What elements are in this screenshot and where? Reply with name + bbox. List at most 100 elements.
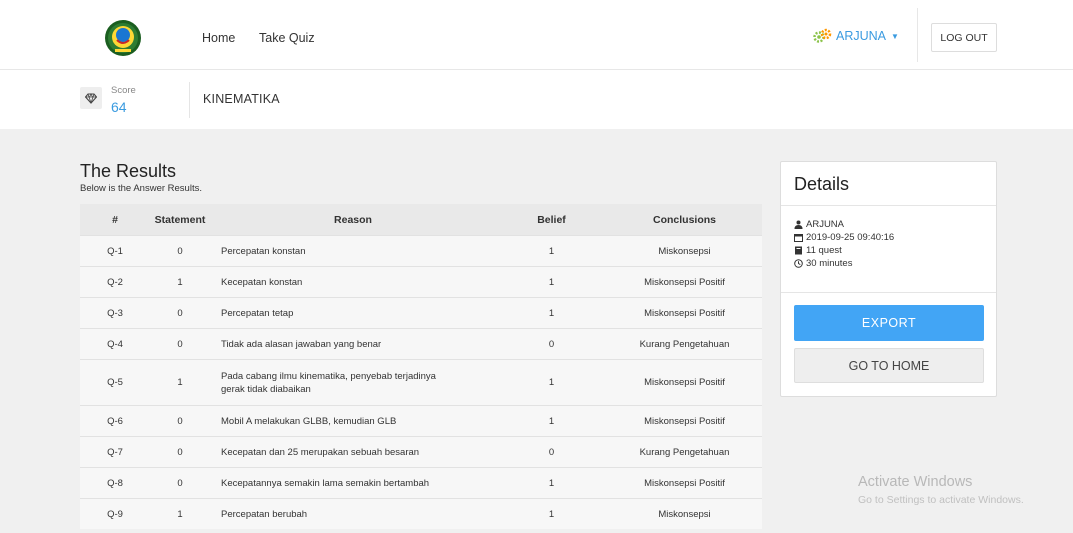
- cell-statement: 0: [177, 307, 183, 319]
- cell-statement: 0: [177, 245, 183, 257]
- cell-number: Q-3: [107, 307, 123, 319]
- details-datetime: 2019-09-25 09:40:16: [806, 232, 895, 243]
- cell-conclusion: Miskonsepsi Positif: [644, 307, 725, 319]
- cell-conclusion: Kurang Pengetahuan: [639, 446, 730, 458]
- cell-statement: 1: [177, 377, 183, 388]
- details-datetime-line: 2019-09-25 09:40:16: [794, 232, 894, 243]
- cell-belief: 1: [548, 415, 555, 427]
- details-divider-2: [781, 292, 996, 293]
- results-subtitle: Below is the Answer Results.: [80, 183, 202, 194]
- score-icon-box: [80, 87, 102, 109]
- cell-statement: 1: [177, 508, 183, 520]
- score-bar-divider: [189, 82, 190, 118]
- cell-belief: 1: [548, 245, 555, 257]
- cell-reason: Percepatan berubah: [221, 508, 308, 520]
- details-user-line: ARJUNA: [794, 219, 844, 230]
- column-header-conclusions: Conclusions: [652, 213, 716, 226]
- cell-belief: 1: [548, 508, 555, 520]
- cell-statement: 0: [177, 415, 183, 427]
- user-name-label: ARJUNA: [836, 29, 887, 43]
- table-row: Q-4 0 Tidak ada alasan jawaban yang benar 0…: [80, 328, 762, 359]
- cell-conclusion: Miskonsepsi: [658, 245, 711, 257]
- user-icon: [794, 220, 803, 229]
- table-row: Q-7 0 Kecepatan dan 25 merupakan sebuah be…: [80, 436, 762, 467]
- table-row: Q-6 0 Mobil A melakukan GLBB, kemudian GLB…: [80, 405, 762, 436]
- diamond-icon: [85, 92, 97, 104]
- export-button[interactable]: EXPORT: [794, 305, 984, 341]
- top-navbar: Home Take Quiz ARJUNA ▼ LOG OUT: [0, 0, 1073, 70]
- details-panel: Details ARJUNA 2019-09-25 09:40:16 11 qu…: [780, 161, 997, 397]
- column-header-number: #: [112, 213, 118, 226]
- details-quest-count: 11 quest: [806, 245, 842, 256]
- nav-take-quiz-link[interactable]: Take Quiz: [259, 31, 315, 45]
- navbar-divider: [917, 8, 918, 62]
- cell-conclusion: Miskonsepsi Positif: [644, 276, 725, 288]
- details-quest-line: 11 quest: [794, 245, 842, 256]
- cell-conclusion: Miskonsepsi: [658, 508, 711, 520]
- cell-number: Q-9: [107, 508, 123, 520]
- column-header-belief: Belief: [537, 213, 566, 226]
- school-logo-icon: [105, 20, 141, 56]
- school-logo[interactable]: [104, 19, 142, 57]
- details-divider: [781, 205, 996, 206]
- cell-number: Q-8: [107, 477, 123, 489]
- cell-belief: 0: [548, 446, 555, 458]
- cell-reason: Percepatan konstan: [221, 245, 306, 257]
- go-to-home-button[interactable]: GO TO HOME: [794, 348, 984, 383]
- cell-reason: Pada cabang ilmu kinematika, penyebab te…: [221, 370, 436, 395]
- quiz-topic-title: KINEMATIKA: [203, 92, 280, 106]
- table-row: Q-1 0 Percepatan konstan 1 Miskonsepsi: [80, 235, 762, 266]
- score-label: Score: [111, 85, 136, 96]
- user-menu-dropdown[interactable]: ARJUNA ▼: [812, 27, 899, 45]
- cell-statement: 0: [177, 338, 183, 350]
- results-table-body: Q-1 0 Percepatan konstan 1 Miskonsepsi Q-2 1 Ke…: [80, 235, 762, 529]
- cell-number: Q-5: [107, 377, 123, 388]
- cell-conclusion: Miskonsepsi Positif: [644, 477, 725, 489]
- cell-belief: 1: [548, 477, 555, 489]
- calendar-icon: [794, 233, 803, 242]
- details-user: ARJUNA: [806, 219, 845, 230]
- cell-conclusion: Miskonsepsi Positif: [644, 415, 725, 427]
- results-table: # Statement Reason Belief Conclusions Q-…: [80, 204, 762, 529]
- cell-belief: 1: [548, 307, 555, 319]
- cell-number: Q-2: [107, 276, 123, 288]
- cell-statement: 1: [177, 276, 183, 288]
- results-title: The Results: [80, 161, 177, 181]
- score-bar: Score 64 KINEMATIKA: [0, 70, 1073, 129]
- cell-reason: Tidak ada alasan jawaban yang benar: [221, 338, 382, 350]
- book-icon: [794, 246, 803, 255]
- cell-reason: Percepatan tetap: [221, 307, 294, 319]
- cell-conclusion: Kurang Pengetahuan: [639, 338, 730, 350]
- cell-number: Q-4: [107, 338, 123, 350]
- table-row: Q-2 1 Kecepatan konstan 1 Miskonsepsi Positi…: [80, 266, 762, 297]
- cell-reason: Kecepatan dan 25 merupakan sebuah besara…: [221, 446, 420, 458]
- cell-conclusion: Miskonsepsi Positif: [644, 377, 725, 388]
- table-row: Q-8 0 Kecepatannya semakin lama semakin be…: [80, 467, 762, 498]
- activate-windows-watermark-subtitle: Go to Settings to activate Windows.: [858, 494, 1024, 506]
- cell-belief: 1: [548, 276, 555, 288]
- cell-reason: Kecepatannya semakin lama semakin bertam…: [221, 477, 430, 489]
- nav-home-link[interactable]: Home: [202, 31, 235, 45]
- table-row: Q-3 0 Percepatan tetap 1 Miskonsepsi Positif: [80, 297, 762, 328]
- cell-reason: Kecepatan konstan: [221, 276, 303, 288]
- cell-number: Q-7: [107, 446, 123, 458]
- results-table-header: # Statement Reason Belief Conclusions: [80, 204, 762, 235]
- cell-belief: 1: [548, 377, 555, 388]
- clock-icon: [794, 259, 803, 268]
- table-row: Q-9 1 Percepatan berubah 1 Miskonsepsi: [80, 498, 762, 529]
- details-title: Details: [794, 174, 850, 194]
- cell-statement: 0: [177, 477, 183, 489]
- column-header-statement: Statement: [154, 213, 206, 226]
- cell-statement: 0: [177, 446, 183, 458]
- details-duration-line: 30 minutes: [794, 258, 852, 269]
- cell-number: Q-1: [107, 245, 123, 257]
- cell-belief: 0: [548, 338, 555, 350]
- cell-reason: Mobil A melakukan GLBB, kemudian GLB: [221, 415, 397, 427]
- column-header-reason: Reason: [334, 213, 372, 226]
- logout-button[interactable]: LOG OUT: [931, 23, 997, 52]
- caret-down-icon: ▼: [891, 31, 899, 41]
- cell-number: Q-6: [107, 415, 123, 427]
- activate-windows-watermark-title: Activate Windows: [858, 474, 973, 490]
- score-value: 64: [111, 99, 127, 115]
- gear-icon: [812, 28, 832, 44]
